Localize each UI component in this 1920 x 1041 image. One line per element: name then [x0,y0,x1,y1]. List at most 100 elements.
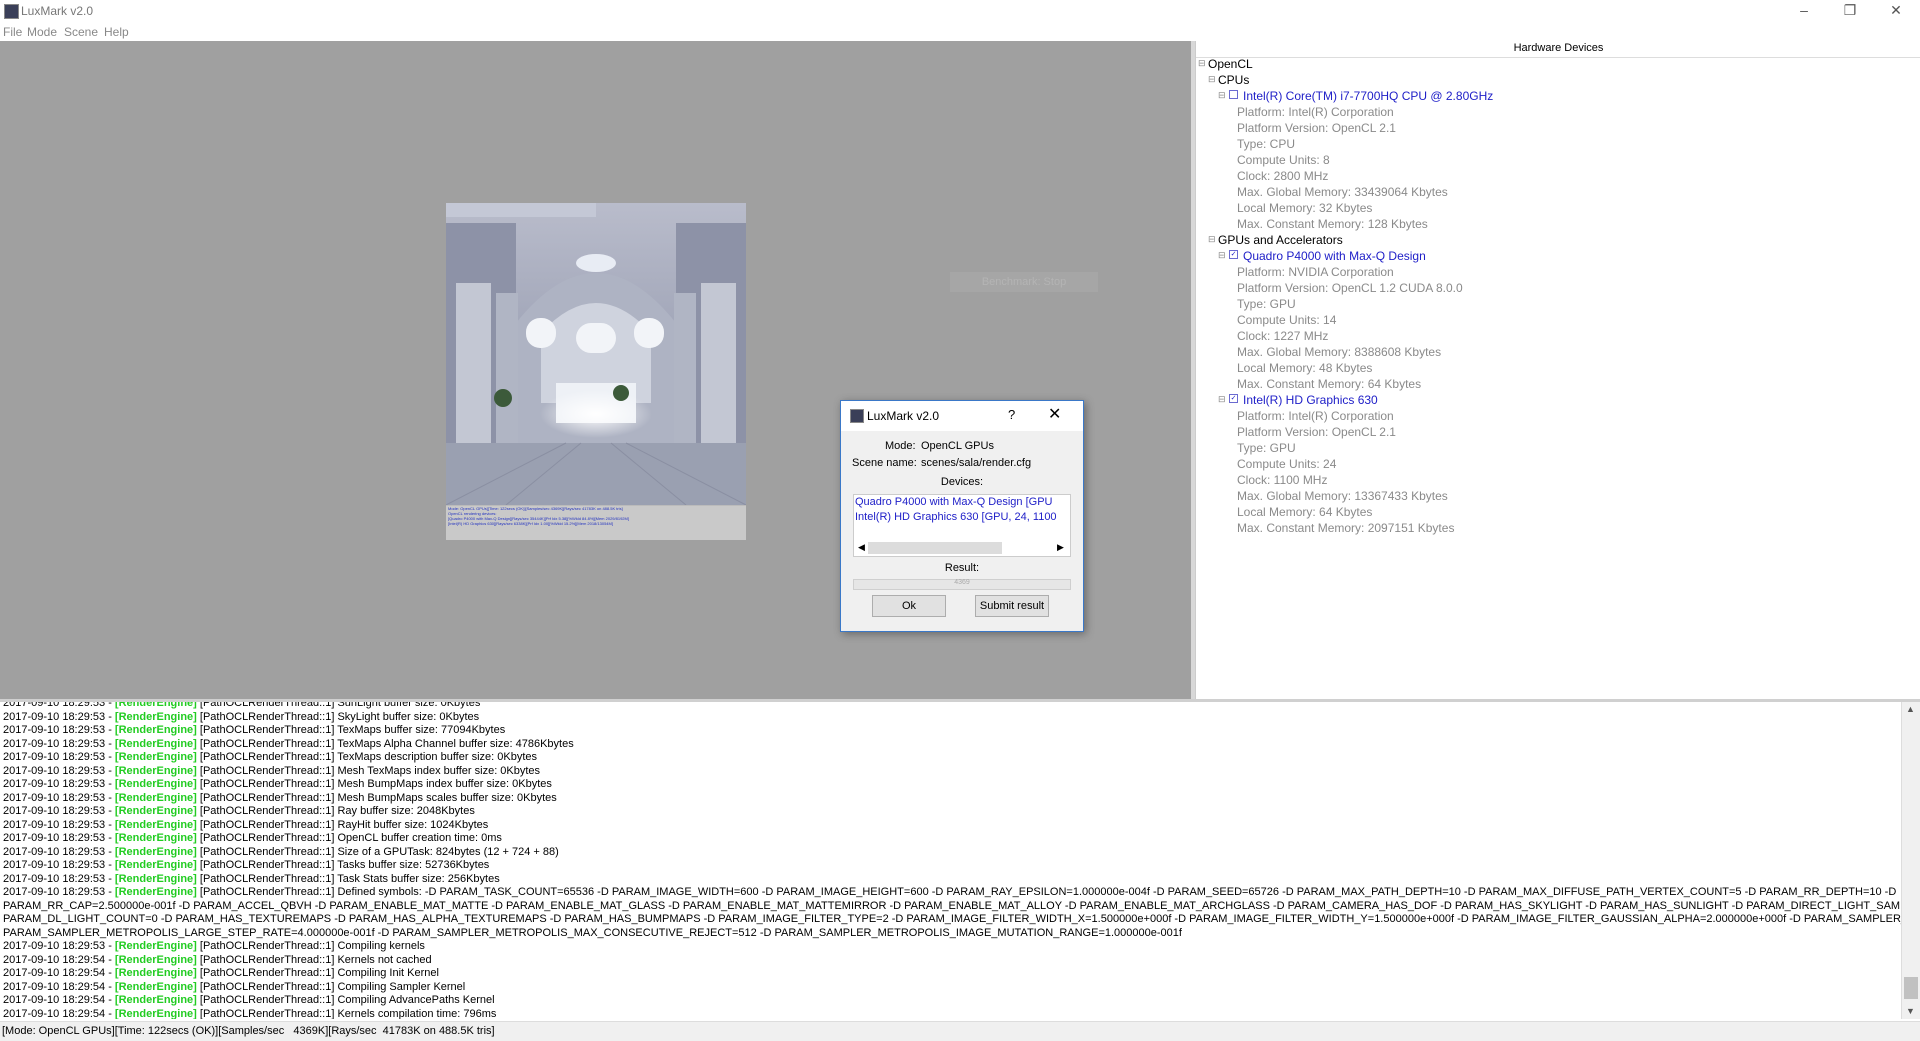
log-line: 2017-09-10 18:29:53 - [RenderEngine] [Pa… [0,792,1901,806]
log-timestamp: 2017-09-10 18:29:54 - [3,1007,115,1020]
devices-list[interactable]: Quadro P4000 with Max-Q Design [GPU Inte… [853,494,1071,542]
menu-mode[interactable]: Mode [27,25,57,39]
log-tag: [RenderEngine] [114,778,197,790]
log-tag: [RenderEngine] [114,818,197,831]
menu-file[interactable]: File [3,25,22,39]
tree-item-attr: Max. Global Memory: 13367433 Kbytes [1237,489,1448,503]
tree-item-attr: Compute Units: 8 [1237,153,1330,167]
log-message: [PathOCLRenderThread::1] SkyLight buffer… [196,710,480,723]
log-tag: [RenderEngine] [114,886,197,898]
log-line: 2017-09-10 18:29:53 - [RenderEngine] [Pa… [0,873,1901,887]
log-tag: [RenderEngine] [114,845,197,858]
log-message: [PathOCLRenderThread::1] Kernels compila… [196,1007,497,1020]
log-line: 2017-09-10 18:29:53 - [RenderEngine] [Pa… [0,832,1901,846]
ok-button[interactable]: Ok [872,595,946,617]
scroll-up-icon[interactable]: ▲ [1906,704,1915,714]
expand-toggle-icon[interactable]: ⊟ [1218,394,1226,405]
tree-item-attr: Max. Constant Memory: 128 Kbytes [1237,217,1428,231]
log-message: [PathOCLRenderThread::1] SunLight buffer… [196,702,481,709]
tree-item-group[interactable]: CPUs [1218,73,1249,87]
expand-toggle-icon[interactable]: ⊟ [1218,90,1226,101]
log-message: [PathOCLRenderThread::1] Compiling Advan… [196,994,495,1006]
log-line: 2017-09-10 18:29:53 - [RenderEngine] [Pa… [0,711,1901,725]
expand-toggle-icon[interactable]: ⊟ [1208,234,1216,245]
log-timestamp: 2017-09-10 18:29:53 - [3,751,115,763]
log-timestamp: 2017-09-10 18:29:53 - [3,778,115,790]
tree-item-attr: Local Memory: 64 Kbytes [1237,505,1373,519]
close-button[interactable]: ✕ [1873,0,1919,22]
restore-button[interactable]: ❐ [1827,0,1873,22]
app-icon [4,4,19,19]
hardware-panel-header: Hardware Devices [1196,41,1920,58]
minimize-button[interactable]: – [1781,0,1827,22]
log-timestamp: 2017-09-10 18:29:54 - [3,967,115,979]
log-message: [PathOCLRenderThread::1] Compiling Sampl… [196,980,466,993]
log-message: [PathOCLRenderThread::1] Mesh TexMaps in… [196,764,541,777]
tree-item-attr: Local Memory: 48 Kbytes [1237,361,1373,375]
dialog-close-button[interactable]: ✕ [1048,404,1061,424]
log-timestamp: 2017-09-10 18:29:54 - [3,953,115,966]
log-line: 2017-09-10 18:29:53 - [RenderEngine] [Pa… [0,751,1901,765]
hscroll-thumb[interactable] [868,542,1002,554]
mode-label: Mode: [885,440,916,452]
log-tag: [RenderEngine] [114,953,197,966]
log-line: 2017-09-10 18:29:54 - [RenderEngine] [Pa… [0,994,1901,1008]
log-timestamp: 2017-09-10 18:29:53 - [3,724,115,736]
mode-value: OpenCL GPUs [921,440,994,452]
scroll-thumb[interactable] [1904,977,1918,999]
menu-scene[interactable]: Scene [64,25,98,39]
scroll-down-icon[interactable]: ▼ [1906,1006,1915,1016]
dialog-app-icon [850,409,864,423]
log-message: [PathOCLRenderThread::1] Ray buffer size… [196,805,475,817]
log-timestamp: 2017-09-10 18:29:53 - [3,859,115,871]
log-tag: [RenderEngine] [114,702,197,709]
tree-item-attr: Clock: 1227 MHz [1237,329,1329,343]
tree-item-attr: Local Memory: 32 Kbytes [1237,201,1373,215]
log-timestamp: 2017-09-10 18:29:54 - [3,980,115,993]
log-scrollbar[interactable]: ▲ ▼ [1901,702,1920,1019]
log-message: [PathOCLRenderThread::1] Task Stats buff… [196,872,500,885]
dialog-help-button[interactable]: ? [1008,407,1015,422]
log-tag: [RenderEngine] [114,805,197,817]
log-line: 2017-09-10 18:29:53 - [RenderEngine] [Pa… [0,886,1901,900]
log-message: [PathOCLRenderThread::1] Kernels not cac… [196,953,432,966]
tree-item-group[interactable]: OpenCL [1208,57,1253,71]
tree-item-attr: Platform: Intel(R) Corporation [1237,105,1394,119]
log-line: 2017-09-10 18:29:54 - [RenderEngine] [Pa… [0,954,1901,968]
tree-item-dev[interactable]: Intel(R) HD Graphics 630 [1243,393,1378,407]
devices-hscrollbar[interactable]: ◀ ▶ [853,540,1071,557]
tree-item-dev[interactable]: Quadro P4000 with Max-Q Design [1243,249,1426,263]
log-timestamp: 2017-09-10 18:29:53 - [3,818,115,831]
log-timestamp: 2017-09-10 18:29:54 - [3,994,115,1006]
scroll-left-icon[interactable]: ◀ [858,542,865,553]
device-checkbox[interactable]: ✓ [1229,394,1238,403]
log-tag: [RenderEngine] [114,751,197,763]
tree-item-dev[interactable]: Intel(R) Core(TM) i7-7700HQ CPU @ 2.80GH… [1243,89,1493,103]
log-message: [PathOCLRenderThread::1] Defined symbols… [196,886,1897,898]
menu-help[interactable]: Help [104,25,129,39]
expand-toggle-icon[interactable]: ⊟ [1218,250,1226,261]
tree-item-group[interactable]: GPUs and Accelerators [1218,233,1343,247]
log-line: PARAM_SAMPLER_METROPOLIS_LARGE_STEP_RATE… [0,927,1901,941]
log-tag: [RenderEngine] [114,859,197,871]
device-item[interactable]: Quadro P4000 with Max-Q Design [GPU [854,495,1070,510]
device-checkbox[interactable]: ✓ [1229,250,1238,259]
log-timestamp: 2017-09-10 18:29:53 - [3,702,115,709]
submit-result-button[interactable]: Submit result [975,595,1049,617]
log-tag: [RenderEngine] [114,832,197,844]
render-image [446,203,746,505]
tree-item-attr: Platform Version: OpenCL 2.1 [1237,121,1396,135]
scroll-right-icon[interactable]: ▶ [1057,542,1064,553]
device-item[interactable]: Intel(R) HD Graphics 630 [GPU, 24, 1100 [854,510,1070,525]
log-line: 2017-09-10 18:29:53 - [RenderEngine] [Pa… [0,859,1901,873]
devices-label: Devices: [940,476,984,488]
render-stats-line: [Intel(R) HD Graphics 630][Rays/sec 6338… [448,521,613,526]
device-checkbox[interactable] [1229,90,1238,99]
tree-item-attr: Compute Units: 24 [1237,457,1337,471]
log-message: [PathOCLRenderThread::1] Tasks buffer si… [196,859,490,871]
expand-toggle-icon[interactable]: ⊟ [1198,58,1206,69]
expand-toggle-icon[interactable]: ⊟ [1208,74,1216,85]
log-timestamp: 2017-09-10 18:29:53 - [3,940,115,952]
menu-bar: File Mode Scene Help [0,22,1920,41]
log-message: [PathOCLRenderThread::1] TexMaps Alpha C… [196,737,574,750]
